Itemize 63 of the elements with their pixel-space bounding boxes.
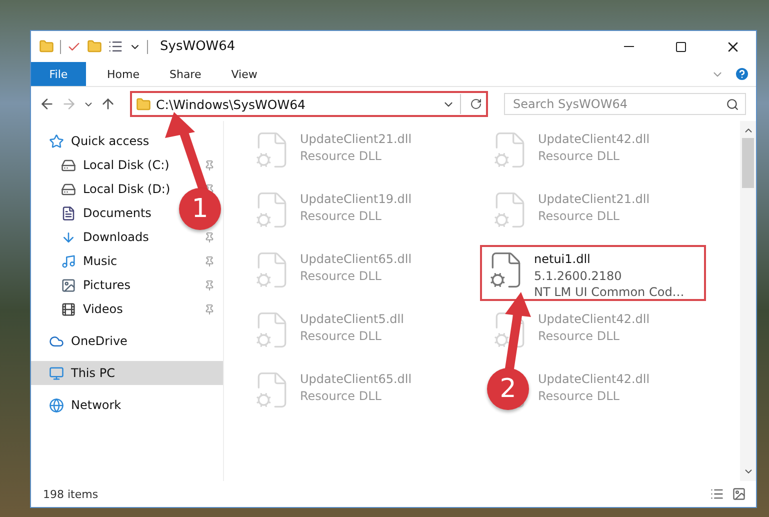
search-field[interactable]: Search SysWOW64 — [504, 93, 746, 115]
file-name: UpdateClient19.dll — [300, 191, 412, 208]
minimize-icon — [624, 46, 634, 47]
cloud-icon — [49, 334, 64, 348]
film-icon — [61, 302, 76, 316]
file-name: netui1.dll — [534, 251, 592, 268]
details-view-icon[interactable] — [710, 487, 724, 501]
drive-icon — [61, 158, 76, 172]
file-detail: Resource DLL — [538, 208, 620, 224]
file-detail: 5.1.2600.2180 — [534, 268, 623, 284]
scrollbar[interactable] — [740, 121, 756, 481]
sidebar-item[interactable]: OneDrive — [71, 334, 128, 348]
file-name: UpdateClient42.dll — [538, 131, 650, 148]
maximize-icon — [675, 40, 687, 52]
drive-icon — [61, 182, 76, 196]
sidebar-item[interactable]: Local Disk (C:) — [83, 158, 170, 172]
sidebar-item[interactable]: Quick access — [71, 134, 150, 148]
forward-arrow-icon — [61, 96, 77, 112]
file-detail: Resource DLL — [300, 268, 382, 284]
music-note-icon — [61, 254, 76, 268]
monitor-icon — [49, 366, 64, 380]
selection-highlight[interactable]: This PC — [31, 361, 223, 385]
sidebar-item[interactable]: Downloads — [83, 230, 149, 244]
address-bar[interactable]: C:\Windows\SysWOW64 — [130, 91, 488, 117]
picture-icon — [61, 278, 76, 292]
folder-icon — [136, 96, 151, 112]
file-name: UpdateClient65.dll — [300, 251, 412, 268]
file-name: UpdateClient21.dll — [300, 131, 412, 148]
sidebar-item[interactable]: Pictures — [83, 278, 131, 292]
file-name: UpdateClient21.dll — [538, 191, 650, 208]
help-icon[interactable] — [734, 66, 750, 82]
file-detail: Resource DLL — [300, 148, 382, 164]
star-icon — [49, 134, 64, 148]
sidebar-item[interactable]: Local Disk (D:) — [83, 182, 170, 196]
file-name: UpdateClient42.dll — [538, 311, 650, 328]
sidebar-item[interactable]: Videos — [83, 302, 123, 316]
scroll-thumb[interactable] — [742, 138, 754, 188]
refresh-icon[interactable] — [470, 98, 482, 110]
download-icon — [61, 230, 76, 244]
file-detail: Resource DLL — [300, 208, 382, 224]
back-button[interactable] — [39, 96, 55, 112]
file-detail: Resource DLL — [300, 388, 382, 404]
search-icon — [726, 98, 739, 110]
file-detail: Resource DLL — [300, 328, 382, 344]
file-detail: NT LM UI Common Cod… — [534, 284, 684, 300]
file-name: UpdateClient5.dll — [300, 311, 404, 328]
file-menu-button[interactable]: File — [31, 62, 86, 86]
file-name: UpdateClient65.dll — [300, 371, 412, 388]
file-detail: Resource DLL — [538, 328, 620, 344]
tiles-view-icon[interactable] — [732, 487, 746, 501]
sidebar-item[interactable]: Network — [71, 398, 122, 412]
document-icon — [61, 206, 76, 220]
file-detail: Resource DLL — [538, 388, 620, 404]
file-name: UpdateClient42.dll — [538, 371, 650, 388]
view-icon[interactable] — [108, 39, 123, 54]
sidebar-item[interactable]: Music — [83, 254, 118, 268]
sidebar-item[interactable]: Documents — [83, 206, 152, 220]
window-title: SysWOW64 — [160, 39, 236, 54]
file-detail: Resource DLL — [538, 148, 620, 164]
network-icon — [49, 398, 64, 412]
item-count: 198 items — [43, 488, 100, 500]
sidebar-item[interactable]: This PC — [71, 366, 115, 380]
up-button[interactable] — [100, 96, 116, 112]
